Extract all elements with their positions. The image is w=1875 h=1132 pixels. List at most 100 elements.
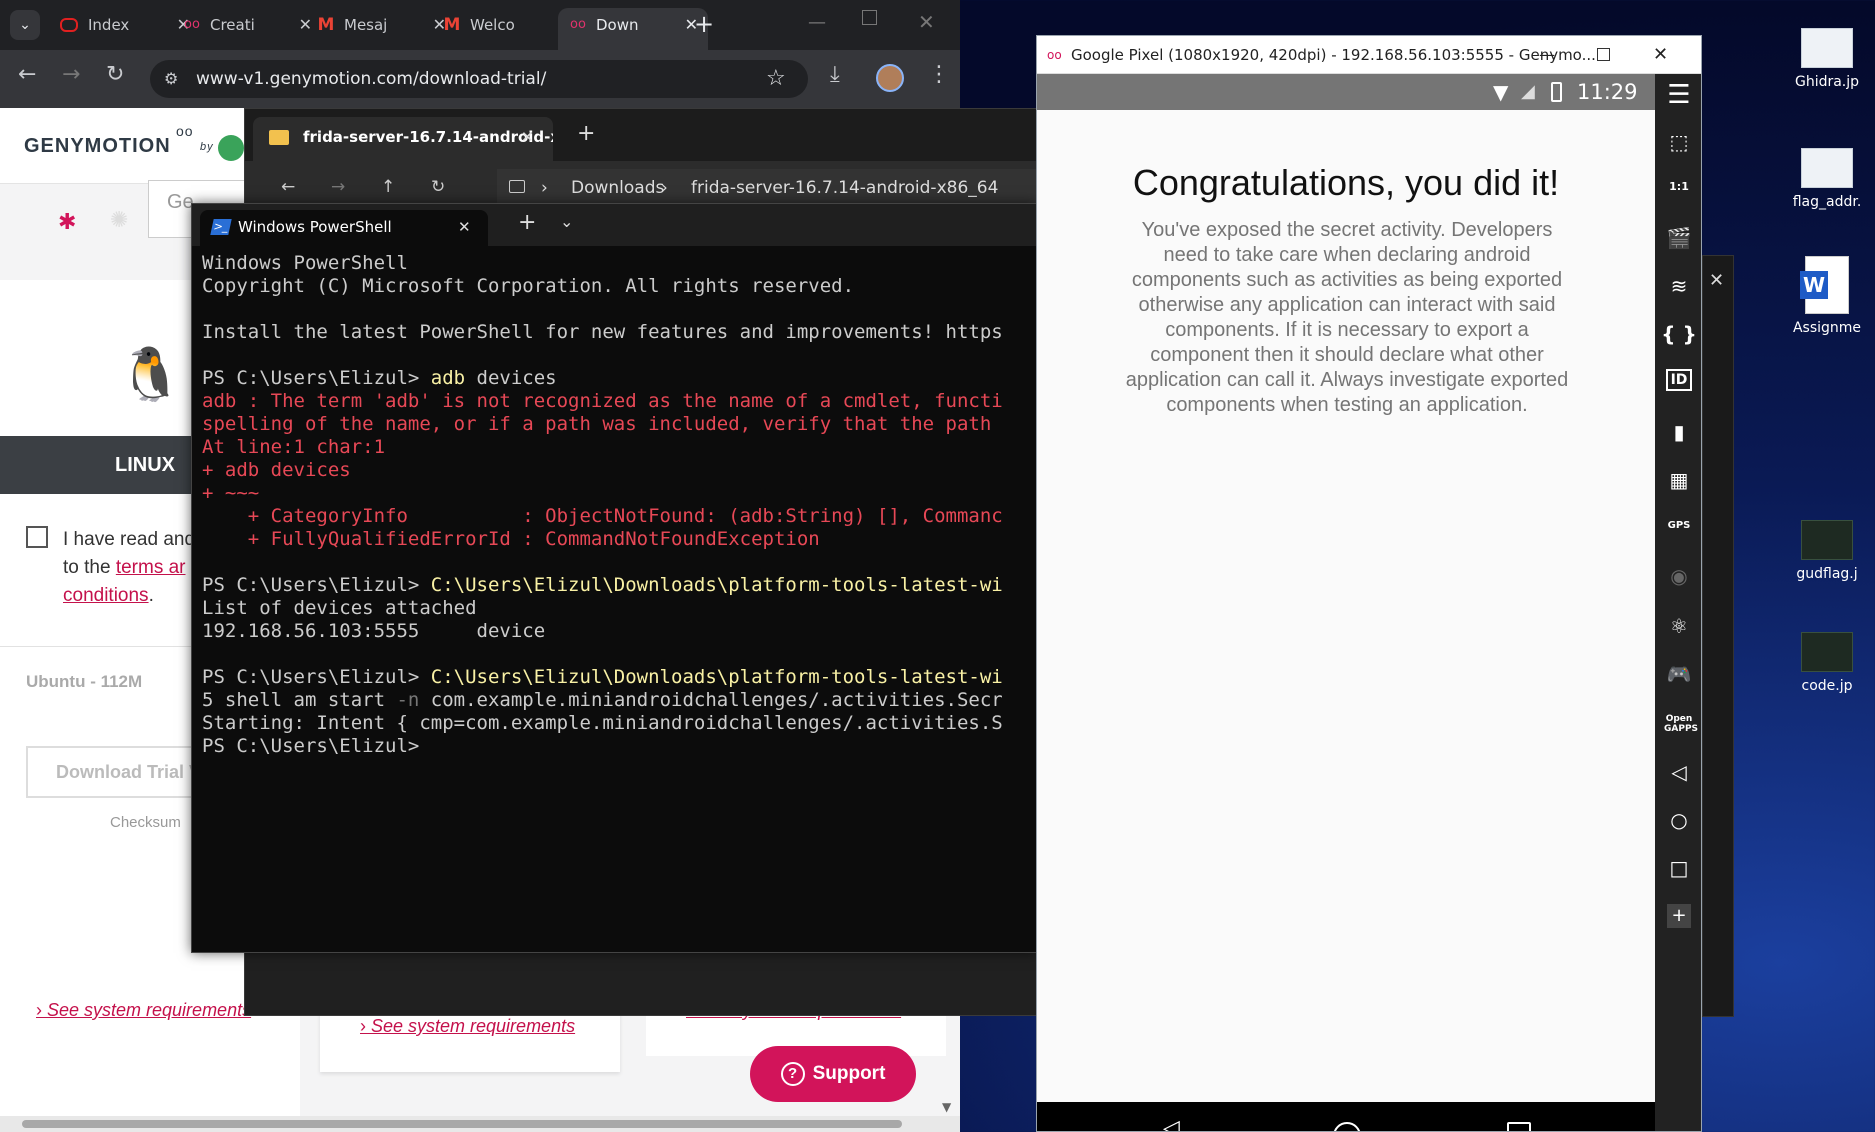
terminal-cursor xyxy=(419,735,430,757)
support-button[interactable]: ? Support xyxy=(750,1046,916,1102)
nav-back-icon[interactable]: ◁ xyxy=(1163,1116,1180,1131)
app-icon-gray[interactable]: ✺ xyxy=(110,208,128,233)
menu-kebab-icon[interactable]: ⋮ xyxy=(928,62,950,87)
bookmark-star-icon[interactable]: ☆ xyxy=(766,60,786,98)
new-tab-button[interactable]: + xyxy=(518,210,536,235)
chevron-right-icon: › xyxy=(36,1000,47,1020)
chevron-right-icon: › xyxy=(360,1016,371,1036)
chevron-right-icon: › xyxy=(661,178,668,198)
breadcrumb-frida[interactable]: frida-server-16.7.14-android-x86_64 xyxy=(691,169,998,207)
close-icon[interactable]: ✕ xyxy=(1709,270,1724,291)
horizontal-scrollbar[interactable] xyxy=(0,1116,960,1132)
address-bar[interactable]: ⚙ www-v1.genymotion.com/download-trial/ … xyxy=(150,60,808,98)
open-gapps-icon[interactable]: Open GAPPS xyxy=(1655,714,1701,734)
android-screen[interactable]: Congratulations, you did it! You've expo… xyxy=(1037,110,1655,1131)
search-text: Ge xyxy=(167,191,194,213)
tab-search-button[interactable]: ⌄ xyxy=(10,10,40,40)
device-id-icon[interactable]: ID xyxy=(1655,369,1701,391)
back-triangle-icon[interactable]: ◁ xyxy=(1655,760,1701,784)
nav-home-icon[interactable] xyxy=(1333,1122,1361,1131)
close-window-icon[interactable]: ✕ xyxy=(1653,36,1668,74)
checksum-link[interactable]: Checksum xyxy=(110,814,181,831)
gamepad-icon[interactable]: 🎮 xyxy=(1655,662,1701,686)
tab-label: Mesaj xyxy=(344,16,388,34)
minimize-icon[interactable]: — xyxy=(808,12,826,33)
terminal-line: + CategoryInfo : ObjectNotFound: (adb:St… xyxy=(202,505,1036,528)
terminal-segment: -n xyxy=(396,689,420,711)
scroll-down-arrow-icon[interactable]: ▼ xyxy=(942,1100,951,1114)
sysreq-text: See system requirements xyxy=(371,1016,576,1036)
code-braces-icon[interactable]: { } xyxy=(1655,322,1701,346)
conditions-link[interactable]: conditions xyxy=(63,585,149,606)
tab-creati[interactable]: oo Creati ✕ xyxy=(172,8,322,44)
terminal-line: 5 shell am start -n com.example.miniandr… xyxy=(202,689,1036,712)
maximize-icon[interactable] xyxy=(1597,48,1610,61)
desktop-icon-label: code.jp xyxy=(1801,678,1853,694)
breadcrumb-downloads[interactable]: Downloads xyxy=(571,169,664,207)
download-trial-label: Download Trial V xyxy=(56,762,202,782)
cast-icon[interactable]: ≋ xyxy=(1655,274,1701,298)
download-icon[interactable]: ⤓ xyxy=(830,62,840,87)
desktop-icon-label: gudflag.j xyxy=(1796,566,1858,582)
terminal-segment: + ~~~ xyxy=(202,482,260,504)
terminal-segment: Windows PowerShell xyxy=(202,252,408,274)
menu-icon[interactable]: ☰ xyxy=(1655,80,1701,110)
desktop-icon-code[interactable]: code.jp xyxy=(1772,632,1875,694)
system-requirements-link-1[interactable]: › See system requirements xyxy=(36,1000,251,1021)
chrome-toolbar: ← → ↻ ⚙ www-v1.genymotion.com/download-t… xyxy=(0,50,960,108)
explorer-address-bar[interactable]: › Downloads › frida-server-16.7.14-andro… xyxy=(497,169,1045,207)
desktop-icon-gudflag[interactable]: gudflag.j xyxy=(1772,520,1875,582)
rotate-icon[interactable]: ⬚ xyxy=(1655,130,1701,154)
monitor-icon xyxy=(509,180,525,193)
new-tab-button[interactable]: + xyxy=(577,121,595,146)
network-icon[interactable]: ⚛ xyxy=(1655,614,1701,638)
terminal-segment: Starting: Intent { cmp=com.example.minia… xyxy=(202,712,1003,734)
capture-icon[interactable]: 🎬 xyxy=(1655,226,1701,250)
genymotion-logo[interactable]: GENYMOTION oo by xyxy=(24,123,244,161)
profile-avatar[interactable] xyxy=(876,64,904,92)
scrollbar-thumb[interactable] xyxy=(22,1120,902,1128)
sd-card-icon[interactable]: ▮ xyxy=(1655,420,1701,444)
terminal-segment: com.example.miniandroidchallenges/.activ… xyxy=(419,689,1003,711)
terminal-line: 192.168.56.103:5555 device xyxy=(202,620,1036,643)
tab-download[interactable]: oo Down ✕ xyxy=(558,8,708,50)
minimize-icon[interactable]: — xyxy=(1539,36,1555,74)
terminal-segment: PS C:\Users\Elizul> xyxy=(202,735,420,757)
recents-square-icon[interactable]: □ xyxy=(1655,856,1701,880)
chevron-down-icon[interactable]: ⌄ xyxy=(560,212,573,231)
reload-icon[interactable]: ↻ xyxy=(106,62,124,87)
terminal-tab[interactable]: >_ Windows PowerShell ✕ xyxy=(200,210,488,246)
tab-label: Welco xyxy=(470,16,515,34)
terminal-output[interactable]: Windows PowerShell Copyright (C) Microsof… xyxy=(202,252,1036,758)
terminal-line: List of devices attached xyxy=(202,597,1036,620)
close-window-icon[interactable]: ✕ xyxy=(918,10,935,34)
genymotion-emulator-window: oo Google Pixel (1080x1920, 420dpi) - 19… xyxy=(1036,35,1702,1132)
explorer-tab[interactable]: frida-server-16.7.14-android-x8 ✕ xyxy=(253,117,553,161)
media-film-icon[interactable]: ▦ xyxy=(1655,468,1701,492)
genymotion-favicon-icon: oo xyxy=(570,17,586,32)
desktop-icon-ghidra[interactable]: Ghidra.jp xyxy=(1772,28,1875,90)
congrats-heading: Congratulations, you did it! xyxy=(1132,162,1560,203)
app-icon-red[interactable]: ✱ xyxy=(58,210,76,235)
nav-recents-icon[interactable] xyxy=(1507,1122,1531,1131)
terms-link[interactable]: terms ar xyxy=(116,557,186,578)
gps-icon[interactable]: GPS xyxy=(1655,520,1701,531)
close-icon[interactable]: ✕ xyxy=(521,117,534,157)
pixel-perfect-icon[interactable]: 1:1 xyxy=(1655,180,1701,193)
terms-checkbox[interactable] xyxy=(26,526,48,548)
back-arrow-icon[interactable]: ← xyxy=(18,62,36,87)
add-widget-icon[interactable]: + xyxy=(1667,904,1691,928)
desktop-icon-flag-addr[interactable]: flag_addr. xyxy=(1772,148,1875,210)
site-info-icon[interactable]: ⚙ xyxy=(164,60,178,98)
maximize-icon[interactable] xyxy=(862,10,877,25)
new-tab-button[interactable]: + xyxy=(694,10,714,38)
close-icon[interactable]: ✕ xyxy=(458,210,471,244)
terminal-segment: At line:1 char:1 xyxy=(202,436,386,458)
terminal-segment: C:\Users\Elizul\Downloads\platform-tools… xyxy=(430,574,1003,596)
fingerprint-icon[interactable]: ◉ xyxy=(1655,564,1701,588)
home-circle-icon[interactable]: ○ xyxy=(1655,808,1701,832)
forward-arrow-icon[interactable]: → xyxy=(62,62,80,87)
genymotion-logo-icon: oo xyxy=(1047,48,1062,62)
system-requirements-link-2[interactable]: › See system requirements xyxy=(360,1016,575,1037)
desktop-icon-assignment[interactable]: Assignme xyxy=(1772,256,1875,336)
